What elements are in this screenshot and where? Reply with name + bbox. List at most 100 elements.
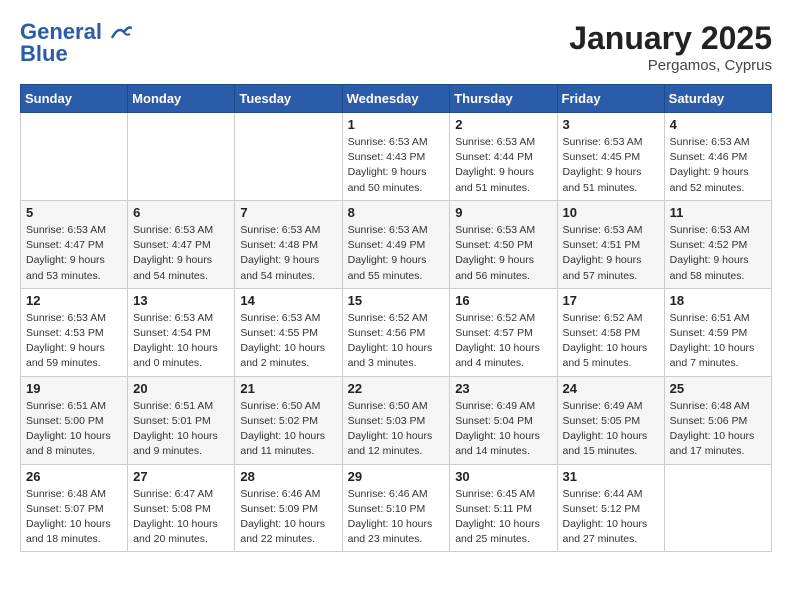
day-info: Sunrise: 6:53 AM Sunset: 4:46 PM Dayligh…: [670, 135, 766, 196]
logo: General Blue: [20, 20, 132, 66]
calendar-cell: 10 Sunrise: 6:53 AM Sunset: 4:51 PM Dayli…: [557, 200, 664, 288]
weekday-header-thursday: Thursday: [450, 85, 557, 113]
location-subtitle: Pergamos, Cyprus: [569, 57, 772, 74]
day-number: 7: [240, 205, 336, 220]
day-number: 14: [240, 293, 336, 308]
week-row-1: 1 Sunrise: 6:53 AM Sunset: 4:43 PM Daylig…: [21, 113, 772, 201]
calendar-cell: 25Sunrise: 6:48 AM Sunset: 5:06 PM Dayli…: [664, 376, 771, 464]
calendar-cell: 9 Sunrise: 6:53 AM Sunset: 4:50 PM Daylig…: [450, 200, 557, 288]
day-info: Sunrise: 6:51 AM Sunset: 4:59 PM Dayligh…: [670, 311, 766, 372]
day-info: Sunrise: 6:51 AM Sunset: 5:00 PM Dayligh…: [26, 399, 122, 460]
weekday-header-friday: Friday: [557, 85, 664, 113]
calendar-cell: 23Sunrise: 6:49 AM Sunset: 5:04 PM Dayli…: [450, 376, 557, 464]
day-info: Sunrise: 6:53 AM Sunset: 4:47 PM Dayligh…: [133, 223, 229, 284]
weekday-header-row: SundayMondayTuesdayWednesdayThursdayFrid…: [21, 85, 772, 113]
calendar-cell: 29Sunrise: 6:46 AM Sunset: 5:10 PM Dayli…: [342, 464, 450, 552]
day-info: Sunrise: 6:53 AM Sunset: 4:55 PM Dayligh…: [240, 311, 336, 372]
day-info: Sunrise: 6:53 AM Sunset: 4:53 PM Dayligh…: [26, 311, 122, 372]
day-info: Sunrise: 6:52 AM Sunset: 4:57 PM Dayligh…: [455, 311, 551, 372]
day-info: Sunrise: 6:53 AM Sunset: 4:43 PM Dayligh…: [348, 135, 445, 196]
day-info: Sunrise: 6:53 AM Sunset: 4:44 PM Dayligh…: [455, 135, 551, 196]
day-number: 22: [348, 381, 445, 396]
calendar-cell: 19 Sunrise: 6:51 AM Sunset: 5:00 PM Dayli…: [21, 376, 128, 464]
calendar-cell: 6 Sunrise: 6:53 AM Sunset: 4:47 PM Daylig…: [128, 200, 235, 288]
day-info: Sunrise: 6:45 AM Sunset: 5:11 PM Dayligh…: [455, 487, 551, 548]
day-info: Sunrise: 6:49 AM Sunset: 5:05 PM Dayligh…: [563, 399, 659, 460]
calendar-cell: 4 Sunrise: 6:53 AM Sunset: 4:46 PM Daylig…: [664, 113, 771, 201]
calendar-cell: 3Sunrise: 6:53 AM Sunset: 4:45 PM Daylig…: [557, 113, 664, 201]
day-info: Sunrise: 6:53 AM Sunset: 4:48 PM Dayligh…: [240, 223, 336, 284]
calendar-cell: [664, 464, 771, 552]
calendar-cell: 27 Sunrise: 6:47 AM Sunset: 5:08 PM Dayli…: [128, 464, 235, 552]
day-info: Sunrise: 6:52 AM Sunset: 4:58 PM Dayligh…: [563, 311, 659, 372]
day-info: Sunrise: 6:47 AM Sunset: 5:08 PM Dayligh…: [133, 487, 229, 548]
day-number: 3: [563, 117, 659, 132]
day-info: Sunrise: 6:44 AM Sunset: 5:12 PM Dayligh…: [563, 487, 659, 548]
calendar-cell: 1 Sunrise: 6:53 AM Sunset: 4:43 PM Daylig…: [342, 113, 450, 201]
weekday-header-monday: Monday: [128, 85, 235, 113]
day-number: 17: [563, 293, 659, 308]
weekday-header-wednesday: Wednesday: [342, 85, 450, 113]
calendar-cell: 28Sunrise: 6:46 AM Sunset: 5:09 PM Dayli…: [235, 464, 342, 552]
day-number: 18: [670, 293, 766, 308]
day-info: Sunrise: 6:52 AM Sunset: 4:56 PM Dayligh…: [348, 311, 445, 372]
day-info: Sunrise: 6:53 AM Sunset: 4:50 PM Dayligh…: [455, 223, 551, 284]
day-info: Sunrise: 6:53 AM Sunset: 4:49 PM Dayligh…: [348, 223, 445, 284]
day-number: 2: [455, 117, 551, 132]
day-number: 5: [26, 205, 122, 220]
day-number: 13: [133, 293, 229, 308]
day-number: 12: [26, 293, 122, 308]
week-row-4: 19 Sunrise: 6:51 AM Sunset: 5:00 PM Dayli…: [21, 376, 772, 464]
calendar-cell: 8Sunrise: 6:53 AM Sunset: 4:49 PM Daylig…: [342, 200, 450, 288]
day-info: Sunrise: 6:50 AM Sunset: 5:03 PM Dayligh…: [348, 399, 445, 460]
logo-bird-icon: [110, 24, 132, 42]
day-number: 11: [670, 205, 766, 220]
page-header: General Blue January 2025 Pergamos, Cypr…: [20, 20, 772, 74]
calendar-cell: 15 Sunrise: 6:52 AM Sunset: 4:56 PM Dayli…: [342, 288, 450, 376]
calendar-cell: 31Sunrise: 6:44 AM Sunset: 5:12 PM Dayli…: [557, 464, 664, 552]
calendar-table: SundayMondayTuesdayWednesdayThursdayFrid…: [20, 84, 772, 552]
calendar-cell: 22 Sunrise: 6:50 AM Sunset: 5:03 PM Dayli…: [342, 376, 450, 464]
day-number: 30: [455, 469, 551, 484]
calendar-cell: 11Sunrise: 6:53 AM Sunset: 4:52 PM Dayli…: [664, 200, 771, 288]
calendar-cell: 21Sunrise: 6:50 AM Sunset: 5:02 PM Dayli…: [235, 376, 342, 464]
calendar-cell: 24Sunrise: 6:49 AM Sunset: 5:05 PM Dayli…: [557, 376, 664, 464]
day-number: 1: [348, 117, 445, 132]
day-number: 27: [133, 469, 229, 484]
logo-line2: Blue: [20, 42, 132, 66]
calendar-cell: 17 Sunrise: 6:52 AM Sunset: 4:58 PM Dayli…: [557, 288, 664, 376]
weekday-header-tuesday: Tuesday: [235, 85, 342, 113]
weekday-header-sunday: Sunday: [21, 85, 128, 113]
day-number: 28: [240, 469, 336, 484]
calendar-cell: [21, 113, 128, 201]
calendar-cell: 7 Sunrise: 6:53 AM Sunset: 4:48 PM Daylig…: [235, 200, 342, 288]
month-title: January 2025: [569, 20, 772, 57]
day-info: Sunrise: 6:53 AM Sunset: 4:51 PM Dayligh…: [563, 223, 659, 284]
day-info: Sunrise: 6:53 AM Sunset: 4:47 PM Dayligh…: [26, 223, 122, 284]
calendar-cell: [128, 113, 235, 201]
day-info: Sunrise: 6:51 AM Sunset: 5:01 PM Dayligh…: [133, 399, 229, 460]
weekday-header-saturday: Saturday: [664, 85, 771, 113]
day-number: 9: [455, 205, 551, 220]
day-number: 26: [26, 469, 122, 484]
calendar-cell: 26 Sunrise: 6:48 AM Sunset: 5:07 PM Dayli…: [21, 464, 128, 552]
day-number: 4: [670, 117, 766, 132]
day-number: 10: [563, 205, 659, 220]
title-area: January 2025 Pergamos, Cyprus: [569, 20, 772, 74]
day-info: Sunrise: 6:48 AM Sunset: 5:07 PM Dayligh…: [26, 487, 122, 548]
day-number: 23: [455, 381, 551, 396]
calendar-cell: 2 Sunrise: 6:53 AM Sunset: 4:44 PM Daylig…: [450, 113, 557, 201]
day-number: 6: [133, 205, 229, 220]
calendar-cell: 5 Sunrise: 6:53 AM Sunset: 4:47 PM Daylig…: [21, 200, 128, 288]
day-number: 19: [26, 381, 122, 396]
day-number: 25: [670, 381, 766, 396]
day-number: 15: [348, 293, 445, 308]
calendar-cell: 14 Sunrise: 6:53 AM Sunset: 4:55 PM Dayli…: [235, 288, 342, 376]
calendar-cell: 18 Sunrise: 6:51 AM Sunset: 4:59 PM Dayli…: [664, 288, 771, 376]
calendar-cell: 12 Sunrise: 6:53 AM Sunset: 4:53 PM Dayli…: [21, 288, 128, 376]
week-row-2: 5 Sunrise: 6:53 AM Sunset: 4:47 PM Daylig…: [21, 200, 772, 288]
day-number: 21: [240, 381, 336, 396]
week-row-5: 26 Sunrise: 6:48 AM Sunset: 5:07 PM Dayli…: [21, 464, 772, 552]
calendar-cell: 30 Sunrise: 6:45 AM Sunset: 5:11 PM Dayli…: [450, 464, 557, 552]
day-number: 16: [455, 293, 551, 308]
